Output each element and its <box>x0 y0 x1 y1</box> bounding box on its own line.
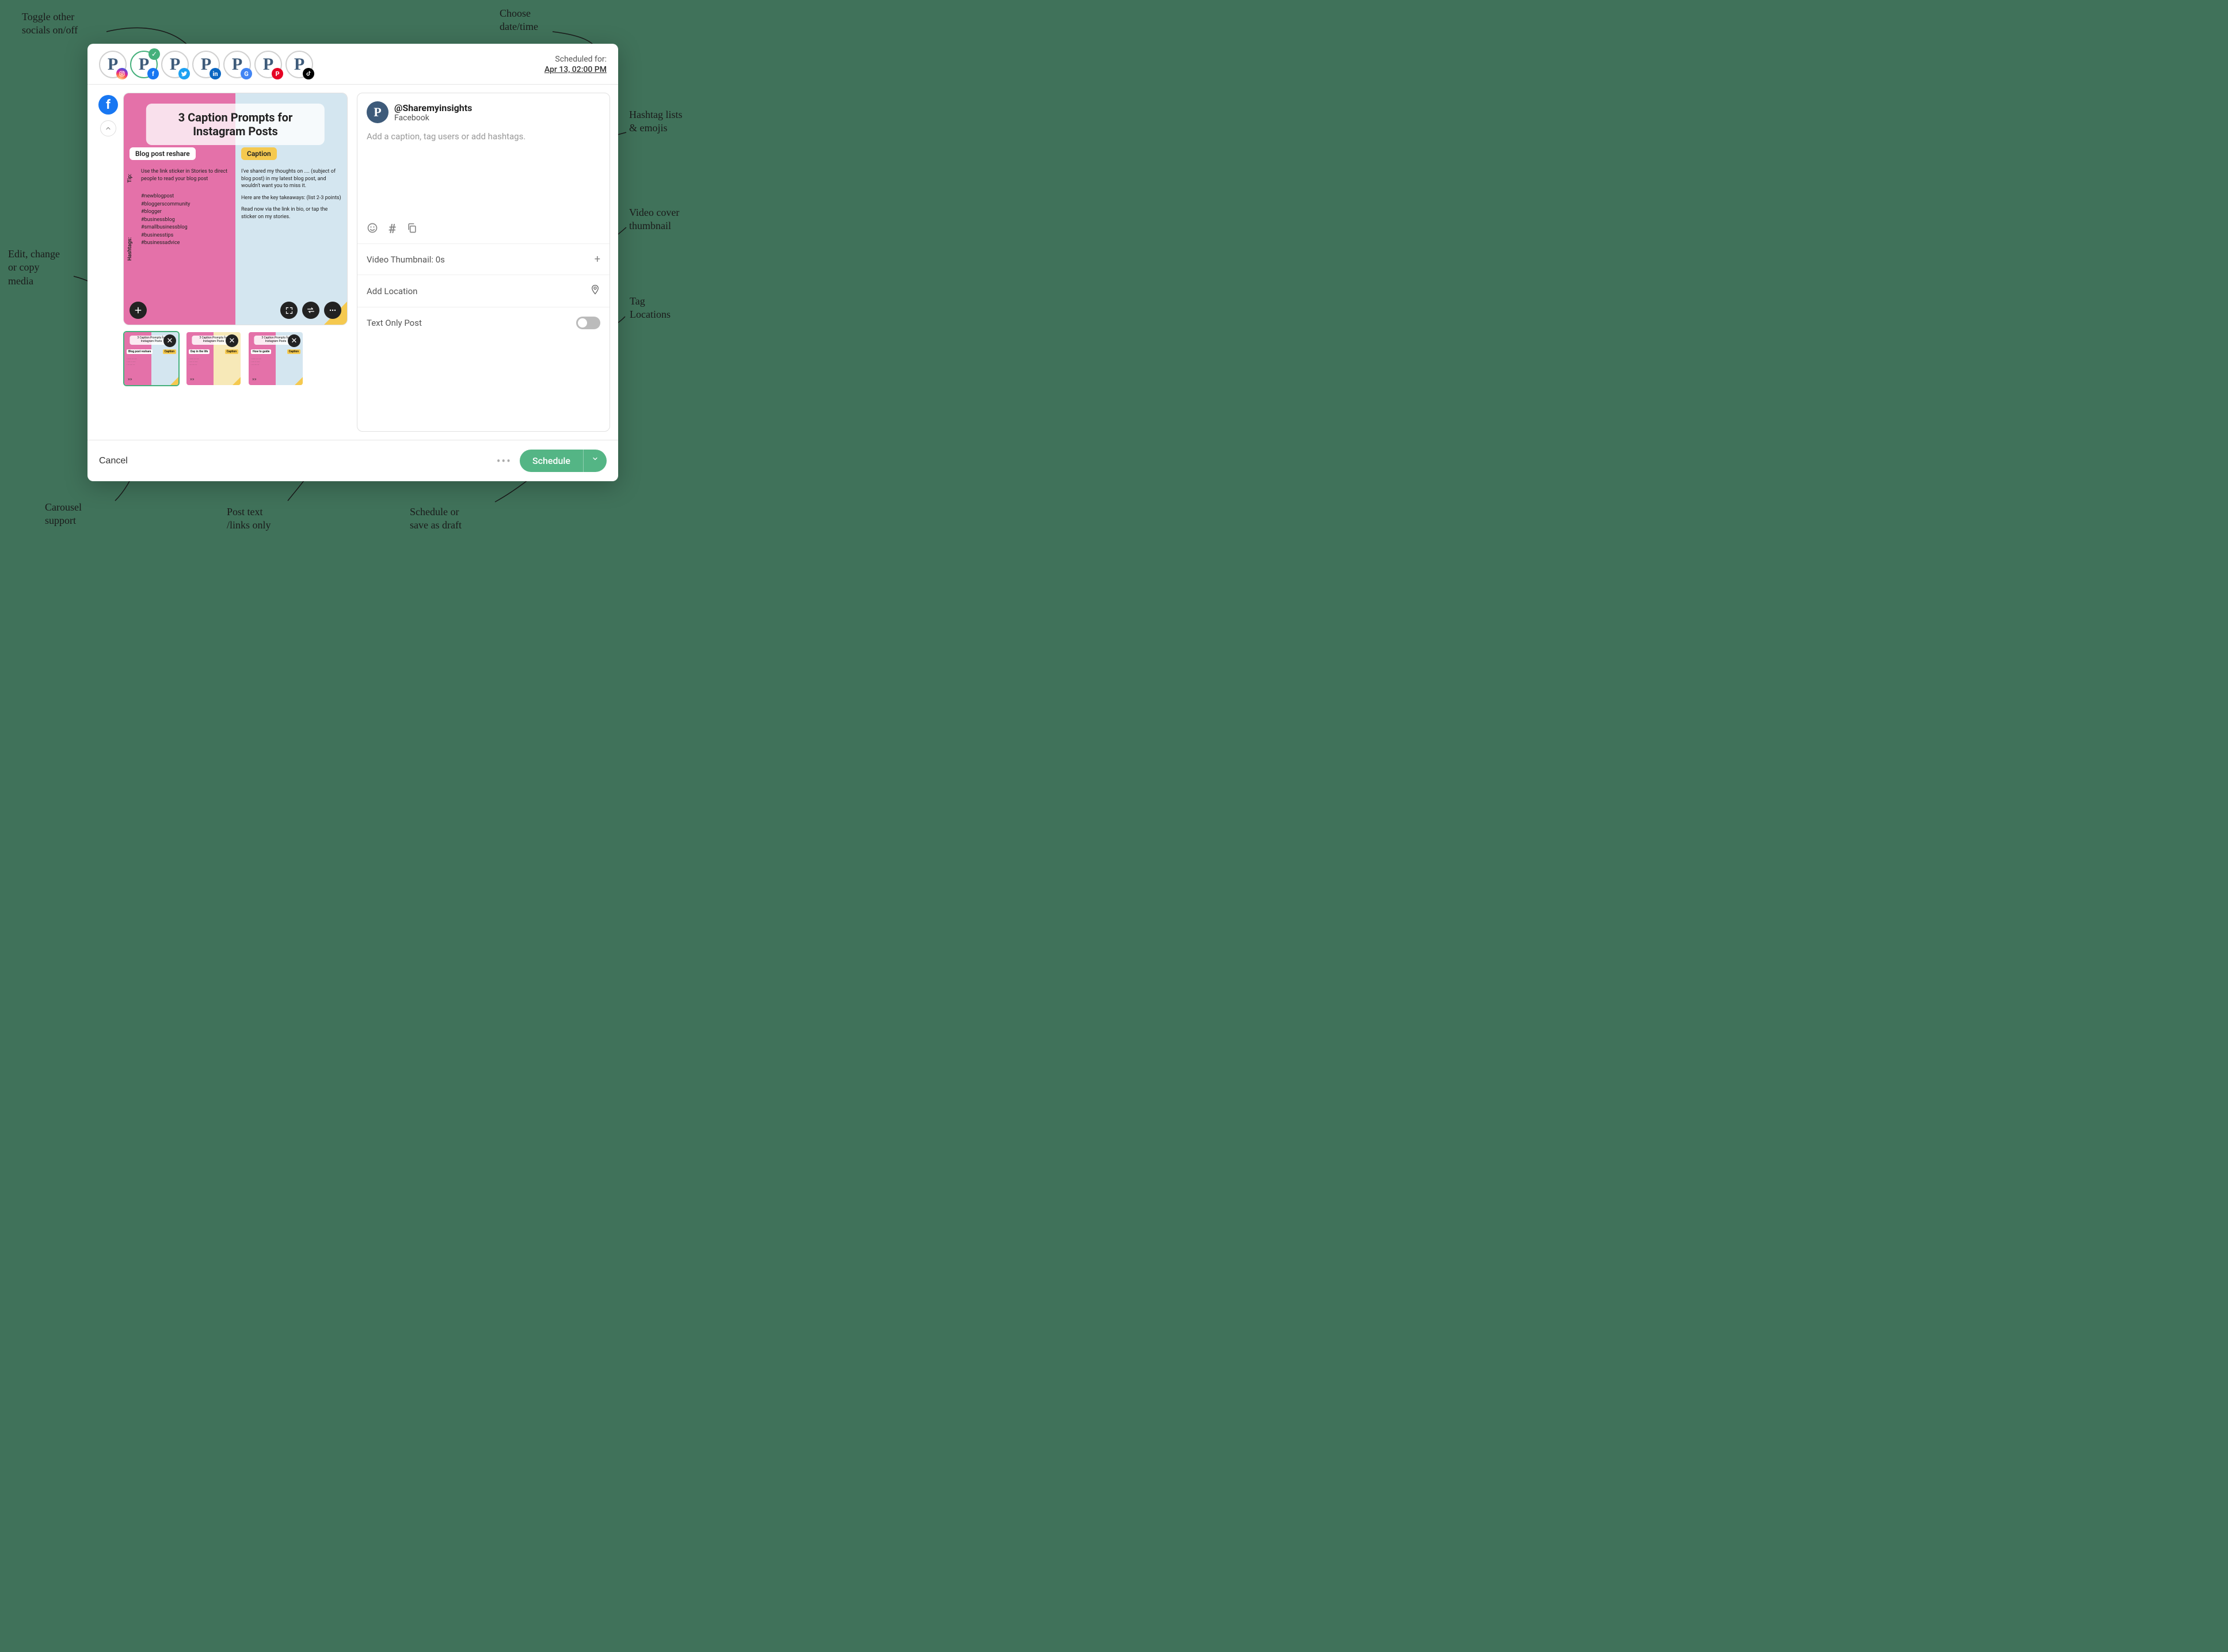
swap-media-button[interactable] <box>302 302 319 319</box>
twitter-icon <box>178 68 190 79</box>
expand-media-button[interactable] <box>280 302 298 319</box>
text-only-label: Text Only Post <box>367 318 422 328</box>
location-pin-icon[interactable] <box>590 284 600 298</box>
social-toggles: P P f ✓ P P in P G P P <box>99 51 313 78</box>
thumb-pill-right: Caption <box>225 349 238 354</box>
decorative-triangle <box>295 377 303 385</box>
tip-text: Use the link sticker in Stories to direc… <box>141 168 230 182</box>
caption-input[interactable] <box>367 131 600 200</box>
remove-thumb-button[interactable]: ✕ <box>288 334 300 347</box>
carousel-thumbs: 3 Caption Prompts for Instagram Posts Bl… <box>123 331 348 386</box>
plus-icon[interactable]: + <box>595 253 600 265</box>
social-toggle-facebook[interactable]: P f ✓ <box>130 51 158 78</box>
linkedin-icon: in <box>210 68 221 79</box>
thumb-body-text: · ······ ··· ····· ···· ·· ······ ··· ··… <box>127 357 137 367</box>
scheduled-datetime[interactable]: Apr 13, 02:00 PM <box>544 65 607 74</box>
video-thumbnail-label: Video Thumbnail: 0s <box>367 254 445 265</box>
text-only-toggle[interactable] <box>576 317 600 329</box>
more-options-button[interactable]: ••• <box>497 454 512 468</box>
carousel-thumb[interactable]: 3 Caption Prompts for Instagram Posts Ho… <box>247 331 304 386</box>
expand-icon <box>285 306 294 315</box>
thumb-body-text: · ······ ··· ····· ···· ·· ······ ··· ··… <box>251 357 261 367</box>
schedule-button-group: Schedule <box>520 450 607 472</box>
emoji-picker-button[interactable] <box>367 222 378 237</box>
thumb-pill-left: How to guide <box>251 349 271 354</box>
remove-thumb-button[interactable]: ✕ <box>163 334 176 347</box>
text-only-row: Text Only Post <box>357 307 610 338</box>
social-toggle-google[interactable]: P G <box>223 51 251 78</box>
social-toggle-twitter[interactable]: P <box>161 51 189 78</box>
preview-title-text: 3 Caption Prompts for Instagram Posts <box>159 111 312 138</box>
swap-icon <box>306 306 315 315</box>
carousel-thumb[interactable]: 3 Caption Prompts for Instagram Posts Da… <box>185 331 242 386</box>
thumb-arrow-icon: »» <box>252 376 257 382</box>
dots-icon <box>328 306 337 315</box>
remove-thumb-button[interactable]: ✕ <box>226 334 238 347</box>
social-toggle-tiktok[interactable]: P <box>285 51 313 78</box>
schedule-dropdown-button[interactable] <box>584 450 607 472</box>
thumb-pill-left: Day in the life <box>189 349 210 354</box>
add-location-label: Add Location <box>367 286 417 296</box>
media-column: 3 Caption Prompts for Instagram Posts Bl… <box>121 93 350 432</box>
pinterest-icon: P <box>272 68 283 79</box>
tip-label: Tip: <box>127 174 133 182</box>
saved-captions-button[interactable] <box>406 222 418 237</box>
instagram-icon <box>116 68 128 79</box>
modal-body: f 3 Caption Prompts for Instagram Posts … <box>87 85 618 440</box>
facebook-icon[interactable]: f <box>98 95 118 115</box>
schedule-button[interactable]: Schedule <box>520 450 584 472</box>
copy-icon <box>406 222 418 234</box>
preview-p3: Read now via the link in bio, or tap the… <box>241 206 341 220</box>
thumb-arrow-icon: »» <box>128 376 132 382</box>
compose-column: P @Sharemyinsights Facebook # Video T <box>357 93 610 432</box>
social-toggle-instagram[interactable]: P <box>99 51 127 78</box>
thumb-arrow-icon: »» <box>190 376 195 382</box>
modal-footer: Cancel ••• Schedule <box>87 440 618 481</box>
schedule-info: Scheduled for: Apr 13, 02:00 PM <box>544 55 607 74</box>
thumb-body-text: · ······ ··· ····· ···· ·· ······ ··· ··… <box>189 357 199 367</box>
account-row: P @Sharemyinsights Facebook <box>357 93 610 125</box>
thumb-pill-right: Caption <box>163 349 176 354</box>
thumb-pill-left: Blog post reshare <box>127 349 153 354</box>
preview-pill-right: Caption <box>241 147 277 160</box>
hashtags-text: #newblogpost#bloggerscommunity#blogger#b… <box>141 193 230 248</box>
account-platform: Facebook <box>394 113 472 123</box>
more-media-button[interactable] <box>324 302 341 319</box>
modal-header: P P f ✓ P P in P G P P <box>87 44 618 85</box>
cancel-button[interactable]: Cancel <box>99 456 128 466</box>
check-icon: ✓ <box>148 48 160 60</box>
plus-icon <box>134 306 143 315</box>
thumb-pill-right: Caption <box>287 349 300 354</box>
video-thumbnail-row[interactable]: Video Thumbnail: 0s + <box>357 243 610 275</box>
google-icon: G <box>241 68 252 79</box>
preview-p1: I've shared my thoughts on .... (subject… <box>241 168 341 190</box>
schedule-post-modal: P P f ✓ P P in P G P P <box>87 44 618 481</box>
hashtags-label: Hashtags: <box>127 237 133 261</box>
carousel-thumb[interactable]: 3 Caption Prompts for Instagram Posts Bl… <box>123 331 180 386</box>
caption-tools: # <box>357 220 610 243</box>
media-preview: 3 Caption Prompts for Instagram Posts Bl… <box>123 93 348 325</box>
add-location-row[interactable]: Add Location <box>357 275 610 307</box>
account-avatar: P <box>367 101 389 123</box>
tiktok-icon <box>303 68 314 79</box>
add-media-button[interactable] <box>130 302 147 319</box>
decorative-triangle <box>170 377 178 385</box>
preview-p2: Here are the key takeaways: (list 2-3 po… <box>241 195 341 202</box>
collapse-button[interactable] <box>100 120 116 136</box>
chevron-down-icon <box>592 455 599 462</box>
social-toggle-linkedin[interactable]: P in <box>192 51 220 78</box>
emoji-icon <box>367 222 378 234</box>
platform-rail: f <box>96 93 121 432</box>
social-toggle-pinterest[interactable]: P P <box>254 51 282 78</box>
preview-pill-left: Blog post reshare <box>130 147 196 160</box>
account-handle: @Sharemyinsights <box>394 102 472 113</box>
preview-title: 3 Caption Prompts for Instagram Posts <box>146 104 325 145</box>
facebook-icon: f <box>147 68 159 79</box>
caption-area <box>357 125 610 220</box>
decorative-triangle <box>233 377 241 385</box>
chevron-up-icon <box>105 125 112 132</box>
hashtag-button[interactable]: # <box>389 222 396 237</box>
scheduled-for-label: Scheduled for: <box>544 55 607 64</box>
